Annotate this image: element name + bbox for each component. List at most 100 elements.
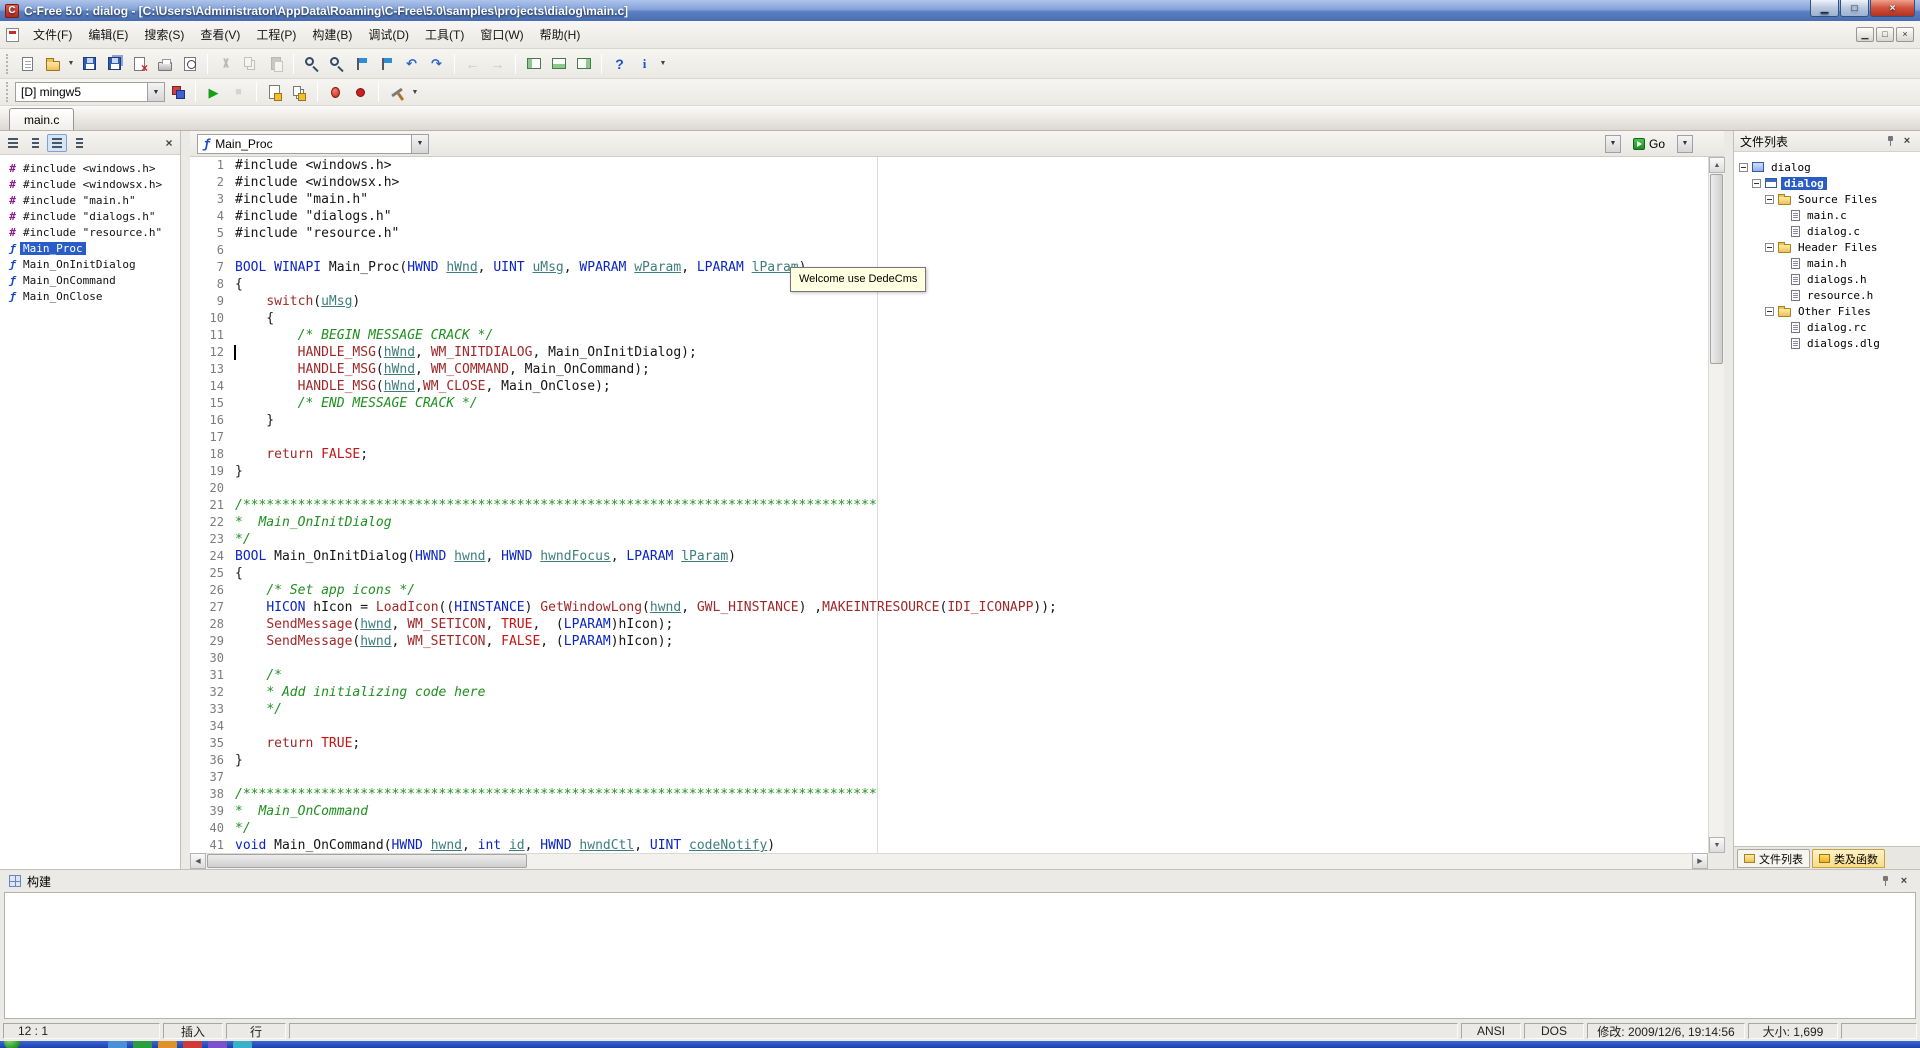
horizontal-scrollbar[interactable]: ◀ ▶ xyxy=(190,853,1708,869)
vertical-scroll-thumb[interactable] xyxy=(1710,174,1723,364)
sort-symbols-button[interactable] xyxy=(3,134,23,152)
expander-icon[interactable] xyxy=(1765,195,1774,204)
taskbar-app-icon[interactable] xyxy=(233,1041,252,1048)
menu-item[interactable]: 调试(D) xyxy=(360,20,417,49)
stop-button[interactable]: ■ xyxy=(226,80,251,104)
code-line[interactable]: 25{ xyxy=(190,565,1708,582)
compiler-combo-dropdown[interactable]: ▼ xyxy=(147,83,164,101)
code-line[interactable]: 12 HANDLE_MSG(hWnd, WM_INITDIALOG, Main_… xyxy=(190,344,1708,361)
tools-dropdown[interactable]: ▼ xyxy=(409,80,421,104)
tab-main-c[interactable]: main.c xyxy=(9,108,74,130)
tree-view-button[interactable] xyxy=(69,134,89,152)
mdi-minimize-button[interactable]: ▁ xyxy=(1856,27,1874,42)
code-line[interactable]: 30 xyxy=(190,650,1708,667)
code-line[interactable]: 7BOOL WINAPI Main_Proc(HWND hWnd, UINT u… xyxy=(190,259,1708,276)
print-button[interactable] xyxy=(152,52,177,76)
taskbar-app-icon[interactable] xyxy=(183,1041,202,1048)
find-in-files-button[interactable] xyxy=(324,52,349,76)
scroll-up-button[interactable]: ▲ xyxy=(1709,157,1725,173)
symbol-item[interactable]: ##include "resource.h" xyxy=(0,224,180,240)
tools-button[interactable] xyxy=(384,80,409,104)
menu-item[interactable]: 工具(T) xyxy=(417,20,472,49)
tree-item[interactable]: Other Files xyxy=(1734,303,1920,319)
code-line[interactable]: 18 return FALSE; xyxy=(190,446,1708,463)
run-button[interactable]: ▶ xyxy=(201,80,226,104)
file-panel-close-button[interactable]: × xyxy=(1900,134,1914,148)
build-pin-icon[interactable] xyxy=(1881,875,1891,887)
toolbar-grip[interactable] xyxy=(6,82,10,102)
menu-item[interactable]: 文件(F) xyxy=(25,20,80,49)
vertical-scrollbar[interactable]: ▲ ▼ xyxy=(1708,157,1724,853)
tree-item[interactable]: dialogs.h xyxy=(1734,271,1920,287)
code-line[interactable]: 40*/ xyxy=(190,820,1708,837)
toggle-bookmark-button[interactable] xyxy=(349,52,374,76)
code-line[interactable]: 28 SendMessage(hwnd, WM_SETICON, TRUE, (… xyxy=(190,616,1708,633)
code-line[interactable]: 11 /* BEGIN MESSAGE CRACK */ xyxy=(190,327,1708,344)
code-line[interactable]: 14 HANDLE_MSG(hWnd,WM_CLOSE, Main_OnClos… xyxy=(190,378,1708,395)
code-line[interactable]: 16 } xyxy=(190,412,1708,429)
menu-item[interactable]: 查看(V) xyxy=(192,20,248,49)
symbol-item[interactable]: ƒMain_OnCommand xyxy=(0,272,180,288)
tab-file-list[interactable]: 文件列表 xyxy=(1737,849,1810,868)
code-line[interactable]: 22* Main_OnInitDialog xyxy=(190,514,1708,531)
code-line[interactable]: 20 xyxy=(190,480,1708,497)
code-line[interactable]: 13 HANDLE_MSG(hWnd, WM_COMMAND, Main_OnC… xyxy=(190,361,1708,378)
code-line[interactable]: 24BOOL Main_OnInitDialog(HWND hwnd, HWND… xyxy=(190,548,1708,565)
function-combo[interactable]: ƒ Main_Proc ▼ xyxy=(197,134,429,154)
app-icon[interactable]: C xyxy=(5,4,19,18)
code-line[interactable]: 15 /* END MESSAGE CRACK */ xyxy=(190,395,1708,412)
maximize-button[interactable]: □ xyxy=(1840,0,1869,17)
scroll-down-button[interactable]: ▼ xyxy=(1709,837,1725,853)
toggle-breakpoint-button[interactable] xyxy=(348,80,373,104)
find-button[interactable] xyxy=(299,52,324,76)
menu-item[interactable]: 搜索(S) xyxy=(136,20,192,49)
symbol-item[interactable]: ##include <windows.h> xyxy=(0,160,180,176)
copy-button[interactable] xyxy=(238,52,263,76)
code-line[interactable]: 31 /* xyxy=(190,667,1708,684)
code-line[interactable]: 21/*************************************… xyxy=(190,497,1708,514)
toggle-right-panel-button[interactable] xyxy=(571,52,596,76)
tree-item[interactable]: main.h xyxy=(1734,255,1920,271)
code-line[interactable]: 5#include "resource.h" xyxy=(190,225,1708,242)
debug-button[interactable] xyxy=(323,80,348,104)
code-line[interactable]: 37 xyxy=(190,769,1708,786)
symbol-item[interactable]: ##include "dialogs.h" xyxy=(0,208,180,224)
menu-item[interactable]: 帮助(H) xyxy=(532,20,589,49)
save-button[interactable] xyxy=(77,52,102,76)
symbol-item[interactable]: ƒMain_OnClose xyxy=(0,288,180,304)
symbol-panel-close-button[interactable]: × xyxy=(161,135,177,151)
code-line[interactable]: 29 SendMessage(hwnd, WM_SETICON, FALSE, … xyxy=(190,633,1708,650)
code-line[interactable]: 32 * Add initializing code here xyxy=(190,684,1708,701)
taskbar-app-icon[interactable] xyxy=(133,1041,152,1048)
expander-icon[interactable] xyxy=(1752,179,1761,188)
code-line[interactable]: 39* Main_OnCommand xyxy=(190,803,1708,820)
paste-button[interactable] xyxy=(263,52,288,76)
help-button[interactable]: ? xyxy=(607,52,632,76)
code-line[interactable]: 26 /* Set app icons */ xyxy=(190,582,1708,599)
code-area[interactable]: 1#include <windows.h>2#include <windowsx… xyxy=(190,157,1708,853)
windows-taskbar[interactable] xyxy=(0,1041,1920,1048)
code-line[interactable]: 8{ xyxy=(190,276,1708,293)
taskbar-app-icon[interactable] xyxy=(158,1041,177,1048)
symbol-item[interactable]: ƒMain_OnInitDialog xyxy=(0,256,180,272)
pin-icon[interactable] xyxy=(1886,135,1896,147)
code-line[interactable]: 10 { xyxy=(190,310,1708,327)
go-options-dropdown[interactable]: ▼ xyxy=(1677,135,1693,153)
toolbar-grip[interactable] xyxy=(6,54,10,74)
redo-button[interactable]: ↷ xyxy=(424,52,449,76)
cut-button[interactable] xyxy=(213,52,238,76)
expander-icon[interactable] xyxy=(1765,243,1774,252)
symbol-item[interactable]: ƒMain_Proc xyxy=(0,240,180,256)
scroll-right-button[interactable]: ▶ xyxy=(1692,853,1708,869)
symbol-item[interactable]: ##include "main.h" xyxy=(0,192,180,208)
tree-item[interactable]: Header Files xyxy=(1734,239,1920,255)
new-file-button[interactable] xyxy=(15,52,40,76)
code-line[interactable]: 23*/ xyxy=(190,531,1708,548)
menu-item[interactable]: 构建(B) xyxy=(304,20,360,49)
taskbar-app-icon[interactable] xyxy=(108,1041,127,1048)
close-file-button[interactable] xyxy=(127,52,152,76)
open-file-dropdown[interactable]: ▼ xyxy=(65,52,77,76)
minimize-button[interactable]: ▁ xyxy=(1810,0,1839,17)
build-panel-close-button[interactable]: × xyxy=(1897,874,1911,888)
expander-icon[interactable] xyxy=(1739,163,1748,172)
